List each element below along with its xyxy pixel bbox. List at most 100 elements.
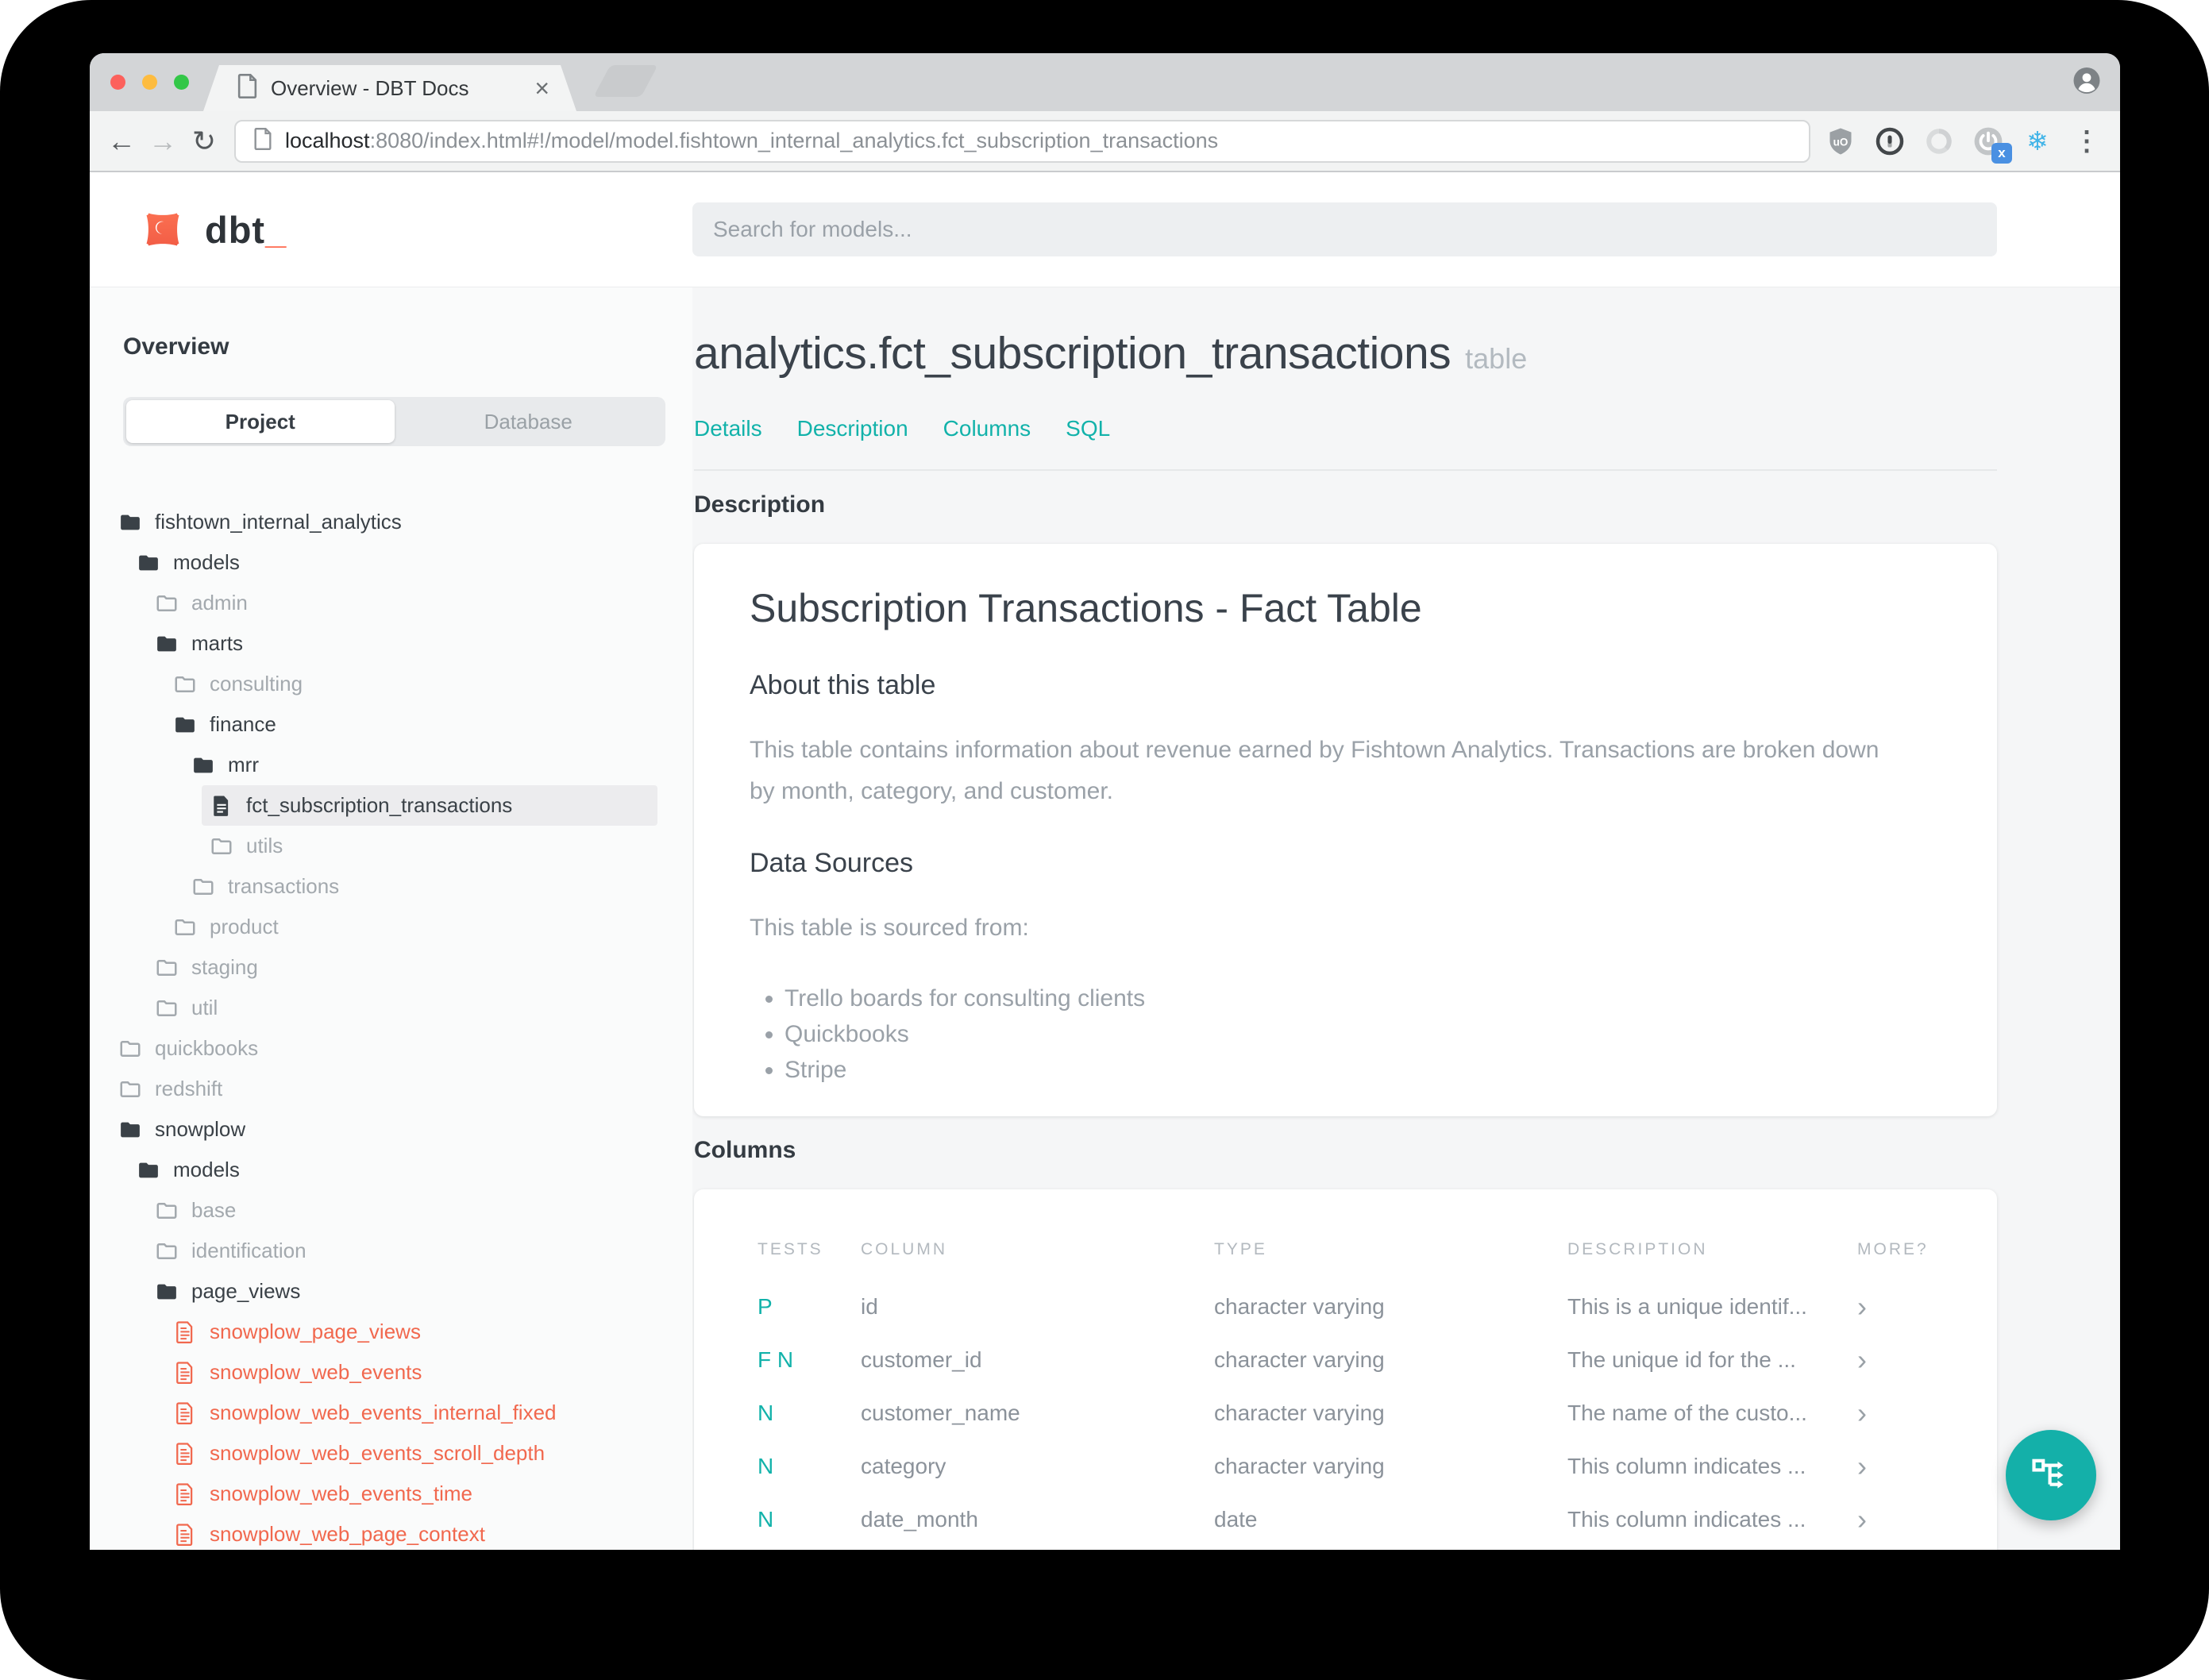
back-button[interactable]: ←: [101, 126, 142, 156]
tree-item[interactable]: models: [90, 542, 692, 583]
tree-item[interactable]: snowplow_web_events_time: [90, 1474, 692, 1514]
tree-item[interactable]: util: [90, 988, 692, 1028]
tree-item[interactable]: staging: [90, 947, 692, 988]
tree-item-icon: [155, 1280, 179, 1304]
tree-item[interactable]: product: [90, 907, 692, 947]
app-body: Overview Project Database fishtown_inter…: [90, 287, 2120, 1550]
tree-item-label: identification: [191, 1239, 306, 1262]
dbt-wordmark: dbt_: [205, 208, 287, 251]
tree-item[interactable]: fishtown_internal_analytics: [90, 502, 692, 542]
snowflake-extension-icon[interactable]: ❄: [2022, 125, 2053, 157]
tab-close-icon[interactable]: ×: [534, 75, 549, 101]
tree-item[interactable]: snowplow_web_events_scroll_depth: [90, 1433, 692, 1474]
cell-column: date_month: [861, 1506, 978, 1532]
onepassword-extension-icon[interactable]: [1874, 125, 1906, 157]
section-nav-link[interactable]: Columns: [943, 415, 1031, 442]
tree-item-label: staging: [191, 955, 258, 979]
row-expand-chevron-icon[interactable]: ›: [1857, 1293, 1933, 1321]
about-text: This table contains information about re…: [750, 737, 1879, 804]
table-row[interactable]: F N customer_id character varying The un…: [758, 1333, 1933, 1386]
tree-item-label: quickbooks: [155, 1036, 259, 1060]
cell-description: The name of the custo...: [1567, 1400, 1807, 1425]
tree-item-icon: [155, 996, 179, 1020]
col-header-type: TYPE: [1214, 1240, 1267, 1258]
section-nav-link[interactable]: Description: [797, 415, 908, 442]
cell-type: character varying: [1214, 1293, 1385, 1319]
tree-item-label: transactions: [228, 874, 340, 898]
tree-item[interactable]: admin: [90, 583, 692, 623]
tree-item-icon: [155, 1239, 179, 1263]
minimize-window-button[interactable]: [142, 75, 157, 90]
ublock-extension-icon[interactable]: uO: [1825, 125, 1856, 157]
section-nav-link[interactable]: SQL: [1066, 415, 1110, 442]
tree-item-icon: [118, 1077, 142, 1101]
tree-item-icon: [173, 713, 197, 737]
tree-item[interactable]: redshift: [90, 1069, 692, 1109]
tree-item[interactable]: identification: [90, 1231, 692, 1271]
url-host: localhost: [285, 129, 370, 152]
page-favicon-icon: [237, 74, 258, 102]
power-extension-icon[interactable]: x: [1972, 125, 2012, 164]
tree-item-label: redshift: [155, 1077, 223, 1100]
browser-profile-avatar[interactable]: [2072, 66, 2101, 98]
tree-item[interactable]: fct_subscription_transactions: [90, 785, 692, 826]
row-expand-chevron-icon[interactable]: ›: [1857, 1399, 1933, 1428]
row-expand-chevron-icon[interactable]: ›: [1857, 1505, 1933, 1534]
tree-item[interactable]: utils: [90, 826, 692, 866]
lineage-graph-button[interactable]: [2006, 1430, 2096, 1520]
tree-item[interactable]: consulting: [90, 664, 692, 704]
tree-item[interactable]: marts: [90, 623, 692, 664]
cell-type: character varying: [1214, 1347, 1385, 1372]
close-window-button[interactable]: [110, 75, 125, 90]
tree-item[interactable]: finance: [90, 704, 692, 745]
new-tab-button[interactable]: [593, 65, 658, 97]
forward-button[interactable]: →: [142, 126, 183, 156]
tab-project[interactable]: Project: [126, 400, 395, 443]
dbt-logo[interactable]: dbt_: [137, 203, 287, 256]
row-expand-chevron-icon[interactable]: ›: [1857, 1452, 1933, 1481]
tree-item-icon: [137, 551, 160, 575]
row-expand-chevron-icon[interactable]: ›: [1857, 1346, 1933, 1374]
tab-database[interactable]: Database: [395, 400, 663, 443]
extension-icons: uO x ❄ ⋮: [1825, 125, 2103, 164]
tree-item[interactable]: transactions: [90, 866, 692, 907]
url-bar[interactable]: localhost:8080/index.html#!/model/model.…: [234, 119, 1810, 163]
tree-item[interactable]: base: [90, 1190, 692, 1231]
tree-item-icon: [173, 672, 197, 696]
tree-item-label: snowplow_page_views: [210, 1320, 421, 1343]
tree-item[interactable]: snowplow_web_page_context: [90, 1514, 692, 1550]
tree-item[interactable]: mrr: [90, 745, 692, 785]
tree-item[interactable]: snowplow_page_views: [90, 1312, 692, 1352]
tree-item-label: models: [173, 550, 240, 574]
browser-tab[interactable]: Overview - DBT Docs ×: [203, 65, 576, 111]
tree-item-label: snowplow_web_events: [210, 1360, 422, 1384]
table-row[interactable]: P id character varying This is a unique …: [758, 1280, 1933, 1333]
url-path: :8080/index.html#!/model/model.fishtown_…: [369, 129, 1219, 152]
cell-description: This column indicates ...: [1567, 1453, 1806, 1478]
tree-item[interactable]: snowplow_web_events_internal_fixed: [90, 1393, 692, 1433]
model-search: [692, 202, 1997, 256]
reload-button[interactable]: ↻: [183, 126, 225, 156]
zoom-window-button[interactable]: [174, 75, 189, 90]
table-row[interactable]: N date_month date This column indicates …: [758, 1493, 1933, 1546]
tree-item[interactable]: quickbooks: [90, 1028, 692, 1069]
tree-item[interactable]: models: [90, 1150, 692, 1190]
browser-menu-icon[interactable]: ⋮: [2071, 125, 2103, 157]
tree-item-label: snowplow_web_events_internal_fixed: [210, 1401, 557, 1424]
table-row[interactable]: N category character varying This column…: [758, 1439, 1933, 1493]
cell-column: customer_name: [861, 1400, 1020, 1425]
page-title: analytics.fct_subscription_transactions t…: [694, 328, 1528, 379]
sidebar-heading: Overview: [123, 333, 229, 360]
tree-item-label: util: [191, 996, 218, 1019]
section-nav-link[interactable]: Details: [694, 415, 762, 442]
tree-item[interactable]: snowplow_web_events: [90, 1352, 692, 1393]
tree-item[interactable]: page_views: [90, 1271, 692, 1312]
main-content: analytics.fct_subscription_transactions t…: [692, 287, 2120, 1550]
search-input[interactable]: [692, 202, 1997, 256]
url-text: localhost:8080/index.html#!/model/model.…: [285, 129, 1218, 153]
disabled-extension-icon[interactable]: [1923, 125, 1955, 157]
tree-item[interactable]: snowplow: [90, 1109, 692, 1150]
tree-item-icon: [118, 511, 142, 534]
tree-item-label: marts: [191, 631, 243, 655]
table-row[interactable]: N customer_name character varying The na…: [758, 1386, 1933, 1439]
